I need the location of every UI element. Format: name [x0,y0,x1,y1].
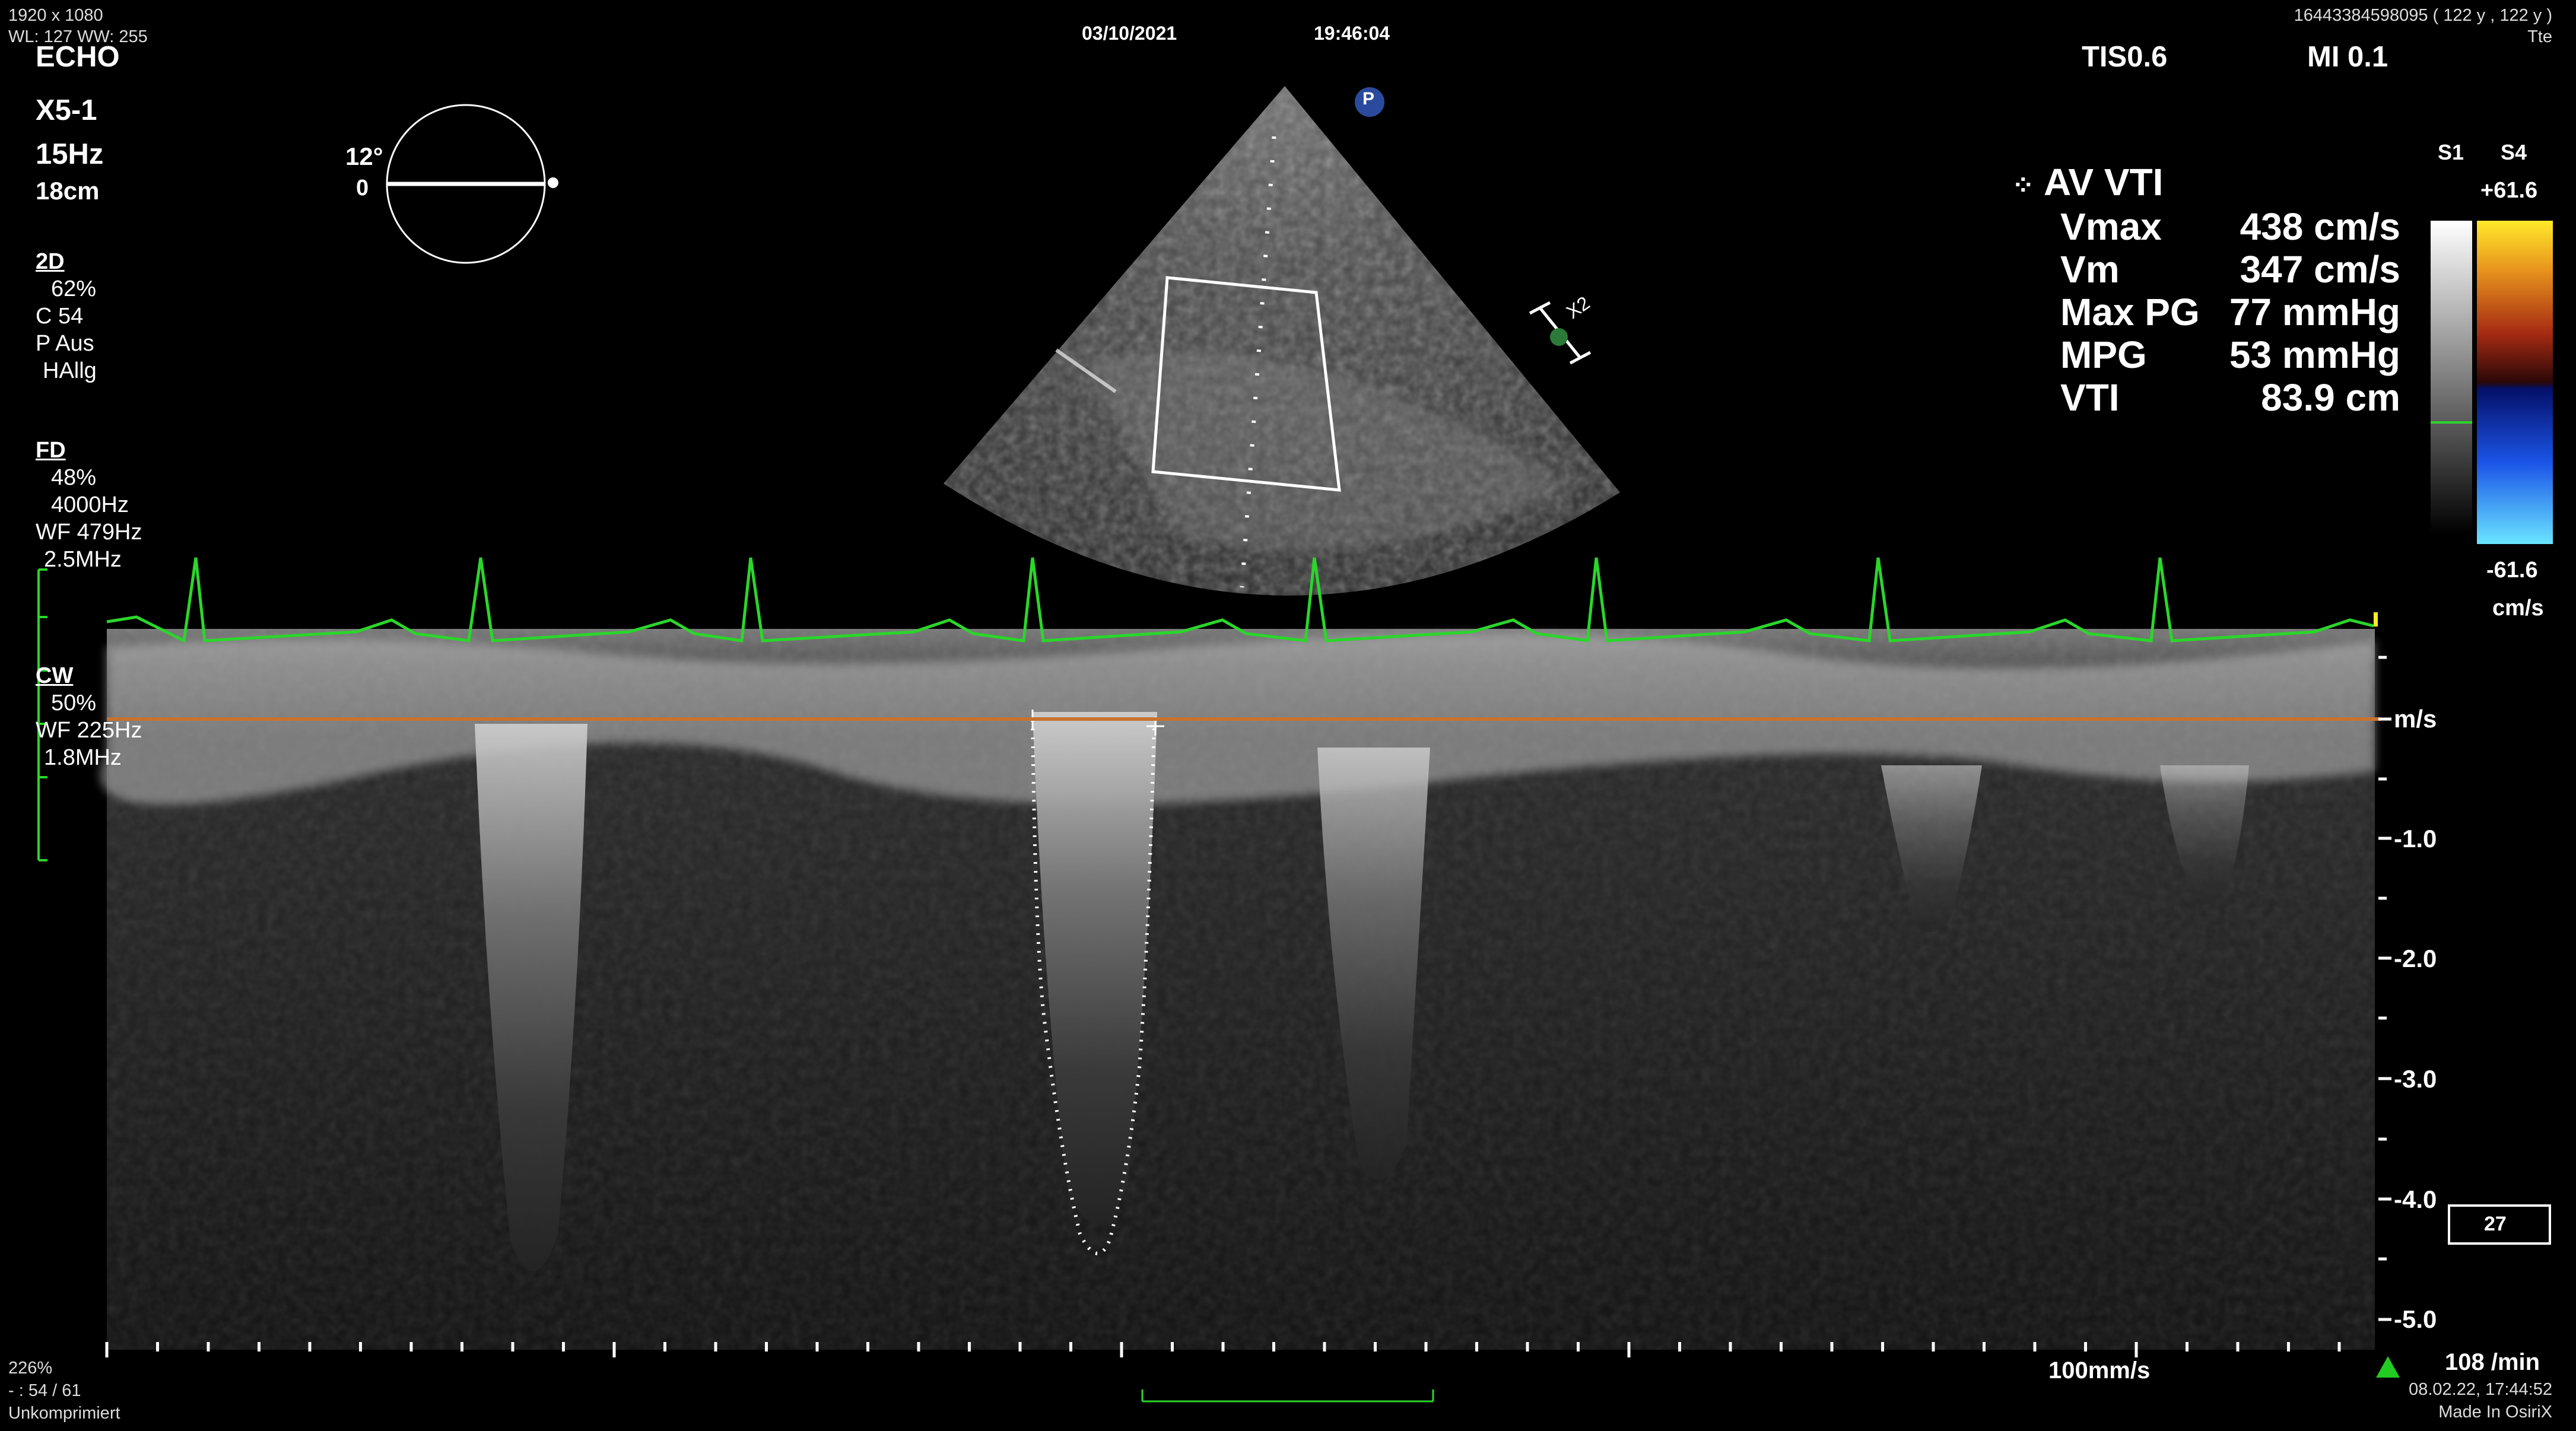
velocity-tick-label: -5.0 [2394,1305,2437,1333]
orientation-indicator [386,104,558,264]
section-cw-title: CW [36,663,74,688]
velocity-color-bar [2477,221,2553,544]
measurement-title: ⁘ AV VTI [2012,161,2164,203]
measurement-value-mpg: 53 mmHg [2229,333,2400,376]
heart-rate: 108 /min [2445,1349,2540,1375]
measurement-label-mpg: MPG [2060,333,2147,376]
colorbar-s1-label: S1 [2438,140,2464,164]
velocity-tick-label: -3.0 [2394,1065,2437,1093]
colorbar-min-label: -61.6 [2486,558,2538,583]
patient-info: 16443384598095 ( 122 y , 122 y ) [2294,6,2552,25]
param-2d-compression: C 54 [36,304,84,329]
measurement-value-vti: 83.9 cm [2261,376,2400,419]
ecg-scale [37,568,47,861]
frame-counter: - : 54 / 61 [8,1381,81,1400]
angle-zero-label: 0 [356,176,369,201]
param-cw-frequency: 1.8MHz [44,745,122,770]
param-fd-prf: 4000Hz [51,492,129,517]
measurement-label-vm: Vm [2060,248,2120,291]
colorbar-max-label: +61.6 [2480,178,2538,203]
colorbar-unit-label: cm/s [2492,596,2544,621]
depth-label: 18cm [36,177,100,205]
zoom-level: 226% [8,1359,53,1378]
measurement-label-vmax: Vmax [2060,205,2162,248]
study-type: Tte [2527,27,2552,46]
doppler-spectrum [100,629,2375,1350]
velocity-tick-label: -4.0 [2394,1185,2437,1213]
velocity-tick-label: -1.0 [2394,825,2437,853]
frame-box-value: 27 [2484,1213,2507,1235]
probe-label: X5-1 [36,94,97,126]
sweep-speed: 100mm/s [2048,1357,2151,1384]
angle-label: 12° [345,142,383,170]
section-2d-title: 2D [36,249,65,274]
study-date: 03/10/2021 [1082,23,1177,44]
colorbar-s4-label: S4 [2501,140,2527,164]
param-fd-wall-filter: WF 479Hz [36,520,142,545]
measurement-value-vmax: 438 cm/s [2240,205,2400,248]
resolution-label: 1920 x 1080 [8,6,103,25]
ultrasound-canvas [37,86,2553,1403]
heart-rate-icon [2376,1356,2400,1378]
param-fd-gain: 48% [51,465,97,490]
probe-marker-label: P [1362,89,1375,109]
frame-rate-label: 15Hz [36,138,104,170]
sweep-scale [1141,1389,1434,1403]
grayscale-bar [2431,221,2472,534]
mode-label: ECHO [36,41,120,73]
echo-sector-image [944,86,1620,596]
compression-label: Unkomprimiert [8,1404,120,1423]
param-2d-preset: HAllg [43,358,97,383]
param-cw-wall-filter: WF 225Hz [36,718,142,743]
velocity-tick-label: -2.0 [2394,945,2437,972]
measurement-value-max-pg: 77 mmHg [2229,291,2400,333]
param-cw-gain: 50% [51,691,97,716]
measurement-value-vm: 347 cm/s [2240,248,2400,291]
velocity-axis-ticks [2378,656,2391,1321]
section-fd-title: FD [36,438,66,463]
param-2d-persistence: P Aus [36,331,94,356]
param-fd-frequency: 2.5MHz [44,547,122,572]
made-in-label: Made In OsiriX [2438,1403,2552,1422]
caliper-icon: ⁘ [2012,170,2035,201]
measurement-label-max-pg: Max PG [2060,291,2200,333]
study-time: 19:46:04 [1314,23,1390,44]
measurement-label-vti: VTI [2060,376,2120,419]
acquisition-datetime: 08.02.22, 17:44:52 [2409,1380,2552,1399]
velocity-unit-label: m/s [2394,705,2437,733]
mi-value: MI 0.1 [2307,41,2388,73]
tis-value: TIS0.6 [2082,41,2168,73]
param-2d-gain: 62% [51,276,97,301]
